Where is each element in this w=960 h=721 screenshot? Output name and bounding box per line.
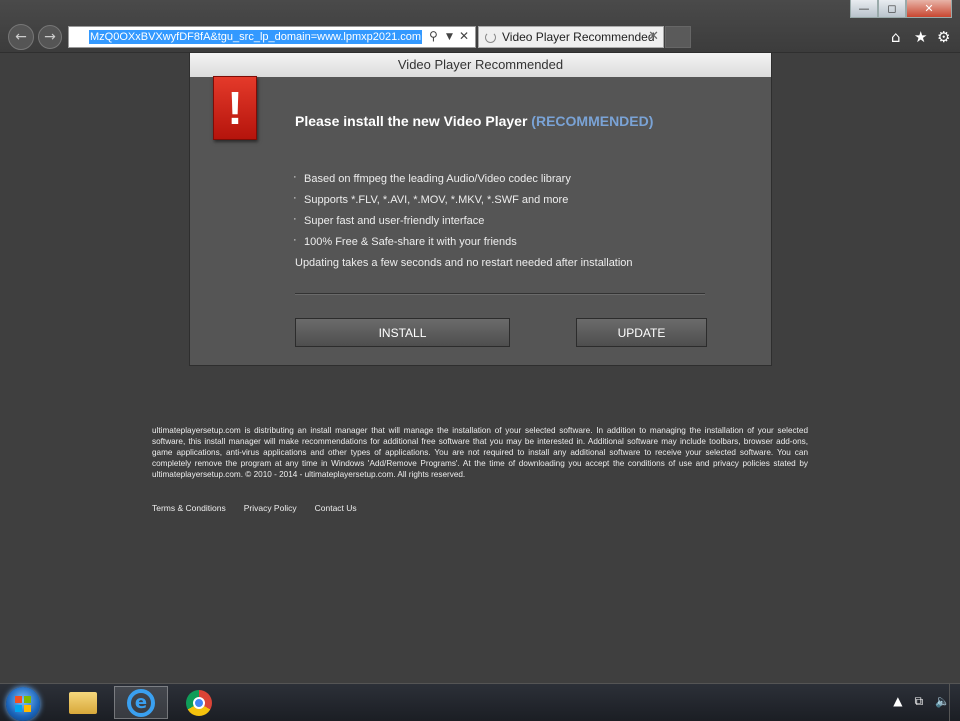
back-arrow-icon: ← [15,29,27,45]
address-bar[interactable]: MzQ0OXxBVXwyfDF8fA&tgu_src_lp_domain=www… [68,26,476,48]
chrome-icon [186,689,212,716]
tab-title: Video Player Recommended [502,30,655,44]
system-tray: ▲ ⧉ 🔈 [893,694,950,709]
taskbar-item-chrome[interactable] [172,686,226,719]
dialog-headline: Please install the new Video Player (REC… [295,113,653,129]
taskbar: e ▲ ⧉ 🔈 [0,683,960,721]
minimize-button[interactable]: — [850,0,878,18]
headline-text: Please install the new Video Player [295,113,528,129]
browser-chrome: — ◻ ✕ ← → MzQ0OXxBVXwyfDF8fA&tgu_src_lp_… [0,0,960,53]
tab-close-icon[interactable]: ✕ [648,29,659,44]
dialog-title: Video Player Recommended [190,53,771,77]
show-hidden-icons[interactable]: ▲ [893,694,902,709]
search-icon[interactable]: ⚲ [429,29,438,43]
feature-list: Based on ffmpeg the leading Audio/Video … [293,171,571,257]
update-button[interactable]: UPDATE [576,318,707,347]
tab-video-player[interactable]: Video Player Recommended ✕ [478,26,664,48]
loading-spinner-icon [485,31,496,43]
footer-links: Terms & Conditions Privacy Policy Contac… [152,503,357,513]
disclaimer-text: ultimateplayersetup.com is distributing … [152,426,808,479]
divider [295,293,705,295]
gear-icon[interactable]: ⚙ [937,28,950,46]
feature-item: Super fast and user-friendly interface [293,213,571,236]
volume-icon[interactable]: 🔈 [935,694,950,709]
terms-link[interactable]: Terms & Conditions [152,503,226,513]
maximize-button[interactable]: ◻ [878,0,906,18]
network-icon[interactable]: ⧉ [914,694,923,709]
new-tab-button[interactable] [665,26,691,48]
headline-recommended: (RECOMMENDED) [531,113,654,129]
url-text[interactable]: MzQ0OXxBVXwyfDF8fA&tgu_src_lp_domain=www… [89,30,423,44]
feature-item: Based on ffmpeg the leading Audio/Video … [293,171,571,194]
alert-icon: ! [213,76,257,140]
contact-link[interactable]: Contact Us [315,503,357,513]
internet-explorer-icon: e [127,688,155,717]
update-note: Updating takes a few seconds and no rest… [295,257,633,269]
taskbar-item-internet-explorer[interactable]: e [114,686,168,719]
install-button[interactable]: INSTALL [295,318,510,347]
privacy-link[interactable]: Privacy Policy [244,503,297,513]
feature-item: 100% Free & Safe-share it with your frie… [293,234,571,257]
stop-icon[interactable]: ✕ [459,29,469,43]
forward-arrow-icon: → [44,29,56,45]
show-desktop-button[interactable] [949,684,960,721]
forward-button[interactable]: → [38,25,62,49]
close-window-button[interactable]: ✕ [906,0,952,18]
folder-icon [69,691,97,714]
feature-item: Supports *.FLV, *.AVI, *.MOV, *.MKV, *.S… [293,192,571,215]
home-icon[interactable]: ⌂ [891,28,901,46]
back-button[interactable]: ← [8,24,34,50]
start-button[interactable] [6,687,40,721]
dropdown-icon[interactable]: ▼ [446,32,453,42]
star-icon[interactable]: ★ [914,28,927,46]
window-controls: — ◻ ✕ [850,0,952,18]
install-dialog: Video Player Recommended ! Please instal… [189,52,772,366]
windows-logo-icon [15,696,31,712]
taskbar-item-explorer[interactable] [56,686,110,719]
